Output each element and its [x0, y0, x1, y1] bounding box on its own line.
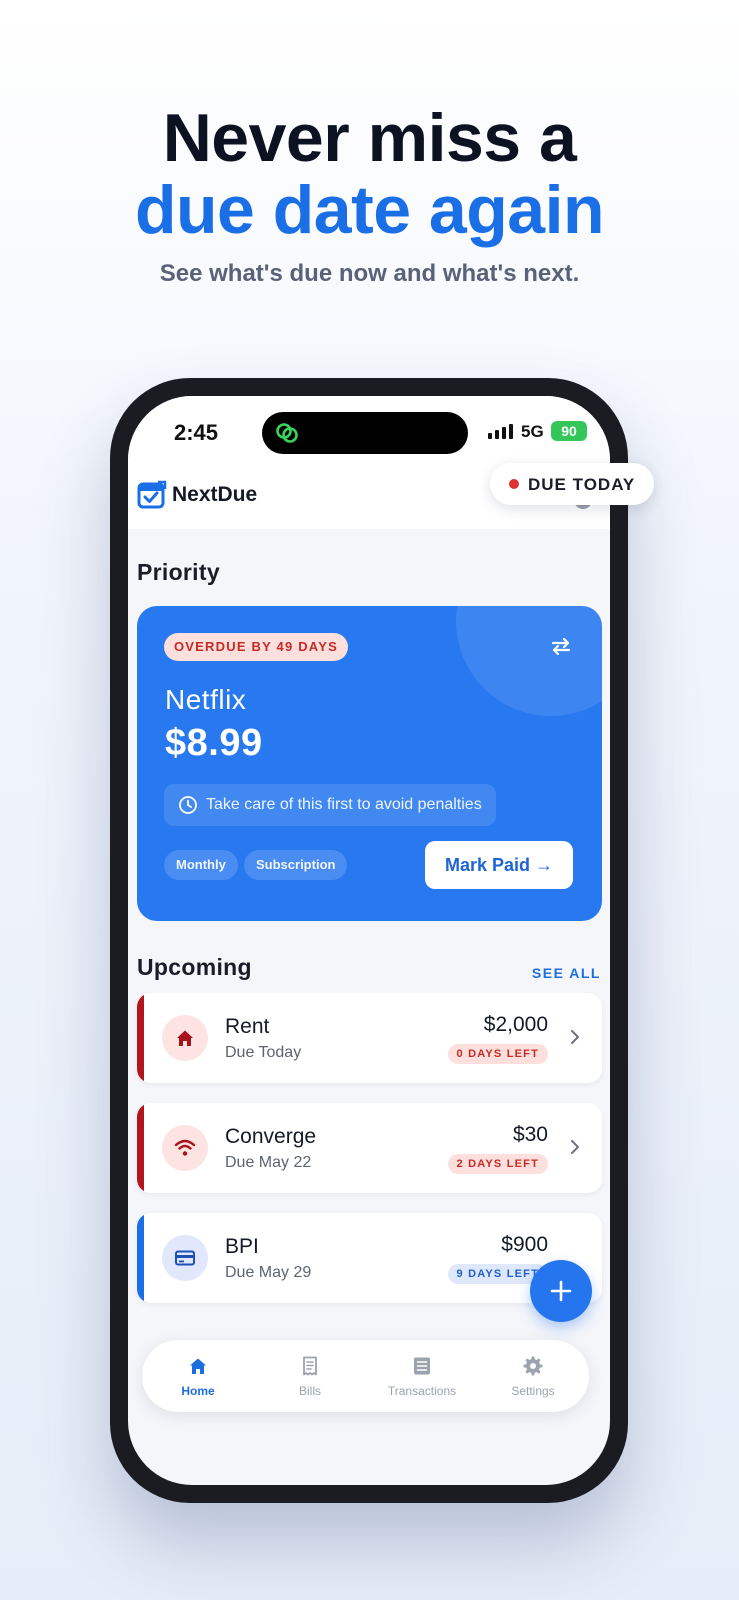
list-icon	[414, 1357, 430, 1375]
tag-subscription: Subscription	[244, 850, 348, 880]
bill-amount: $30	[512, 1123, 548, 1146]
priority-bill-amount: $8.99	[165, 722, 263, 764]
phone-frame: 2:45 5G 90 NextDue Priority OVERDUE BY 4…	[110, 378, 628, 1503]
bill-due-date: Due May 22	[225, 1154, 312, 1171]
tab-transactions[interactable]: Transactions	[366, 1340, 478, 1412]
signal-icon	[488, 424, 513, 439]
clock-icon	[179, 796, 197, 814]
due-today-label: DUE TODAY	[528, 475, 636, 494]
bill-due-date: Due Today	[225, 1044, 302, 1061]
headline-line-2: due date again	[134, 172, 605, 248]
card-decoration	[456, 606, 602, 716]
add-bill-button[interactable]	[530, 1260, 592, 1322]
bottom-tab-bar: Home Bills Transactions Settings	[142, 1340, 589, 1412]
chevron-right-icon	[571, 1030, 579, 1044]
tab-bills[interactable]: Bills	[254, 1340, 366, 1412]
bill-icon-container	[162, 1125, 208, 1171]
bill-icon-container	[162, 1235, 208, 1281]
bill-due-date: Due May 29	[225, 1264, 312, 1281]
red-dot-icon	[509, 479, 519, 489]
days-left-badge: 2 DAYS LEFT	[447, 1154, 548, 1174]
priority-section-title: Priority	[137, 559, 220, 585]
status-time: 2:45	[174, 420, 219, 445]
tab-label: Transactions	[387, 1384, 457, 1398]
priority-card[interactable]: OVERDUE BY 49 DAYS Netflix $8.99 Take ca…	[137, 606, 602, 921]
network-type: 5G	[521, 422, 544, 441]
priority-hint: Take care of this first to avoid penalti…	[164, 784, 496, 826]
home-icon	[190, 1358, 206, 1374]
battery-icon: 90	[551, 421, 587, 441]
bill-row-converge[interactable]: Converge Due May 22 $30 2 DAYS LEFT	[137, 1103, 602, 1193]
link-rings-icon	[276, 423, 298, 443]
priority-bill-name: Netflix	[165, 684, 247, 715]
bill-accent-bar	[137, 1213, 144, 1303]
calendar-check-icon	[137, 480, 167, 509]
overdue-badge: OVERDUE BY 49 DAYS	[164, 633, 348, 661]
bill-name: BPI	[225, 1235, 259, 1258]
upcoming-section-title: Upcoming	[137, 954, 252, 980]
repeat-icon[interactable]	[548, 633, 574, 659]
wifi-icon	[174, 1139, 196, 1156]
tab-label: Settings	[511, 1384, 555, 1398]
days-left-badge: 0 DAYS LEFT	[447, 1044, 548, 1064]
tab-settings[interactable]: Settings	[477, 1340, 589, 1412]
dynamic-island	[262, 412, 468, 454]
headline-subtitle: See what's due now and what's next.	[159, 260, 580, 287]
see-all-link[interactable]: SEE ALL	[532, 965, 601, 981]
hero-headline: Never miss a due date again See what's d…	[0, 102, 739, 288]
app-name: NextDue	[172, 483, 258, 506]
bill-name: Converge	[225, 1125, 317, 1148]
gear-icon	[523, 1356, 543, 1376]
due-today-pill: DUE TODAY	[490, 463, 654, 505]
chevron-right-icon	[571, 1140, 579, 1154]
bill-icon-container	[162, 1015, 208, 1061]
home-icon	[177, 1030, 193, 1046]
bill-amount: $2,000	[483, 1013, 548, 1036]
headline-line-1: Never miss a	[162, 100, 577, 176]
receipt-icon	[303, 1356, 317, 1376]
priority-hint-text: Take care of this first to avoid penalti…	[206, 796, 482, 813]
tab-label: Home	[181, 1384, 215, 1398]
bill-amount: $900	[501, 1233, 548, 1256]
bill-row-rent[interactable]: Rent Due Today $2,000 0 DAYS LEFT	[137, 993, 602, 1083]
tab-label: Bills	[298, 1384, 321, 1398]
mark-paid-button[interactable]: Mark Paid →	[425, 841, 573, 889]
status-bar: 2:45 5G 90	[128, 396, 610, 471]
plus-icon	[550, 1280, 572, 1302]
credit-card-icon	[175, 1250, 195, 1266]
tag-monthly: Monthly	[164, 850, 238, 880]
tab-home[interactable]: Home	[142, 1340, 254, 1412]
bill-accent-bar	[137, 1103, 144, 1193]
bill-accent-bar	[137, 993, 144, 1083]
bill-name: Rent	[225, 1015, 270, 1038]
phone-screen: 2:45 5G 90 NextDue Priority OVERDUE BY 4…	[128, 396, 610, 1485]
